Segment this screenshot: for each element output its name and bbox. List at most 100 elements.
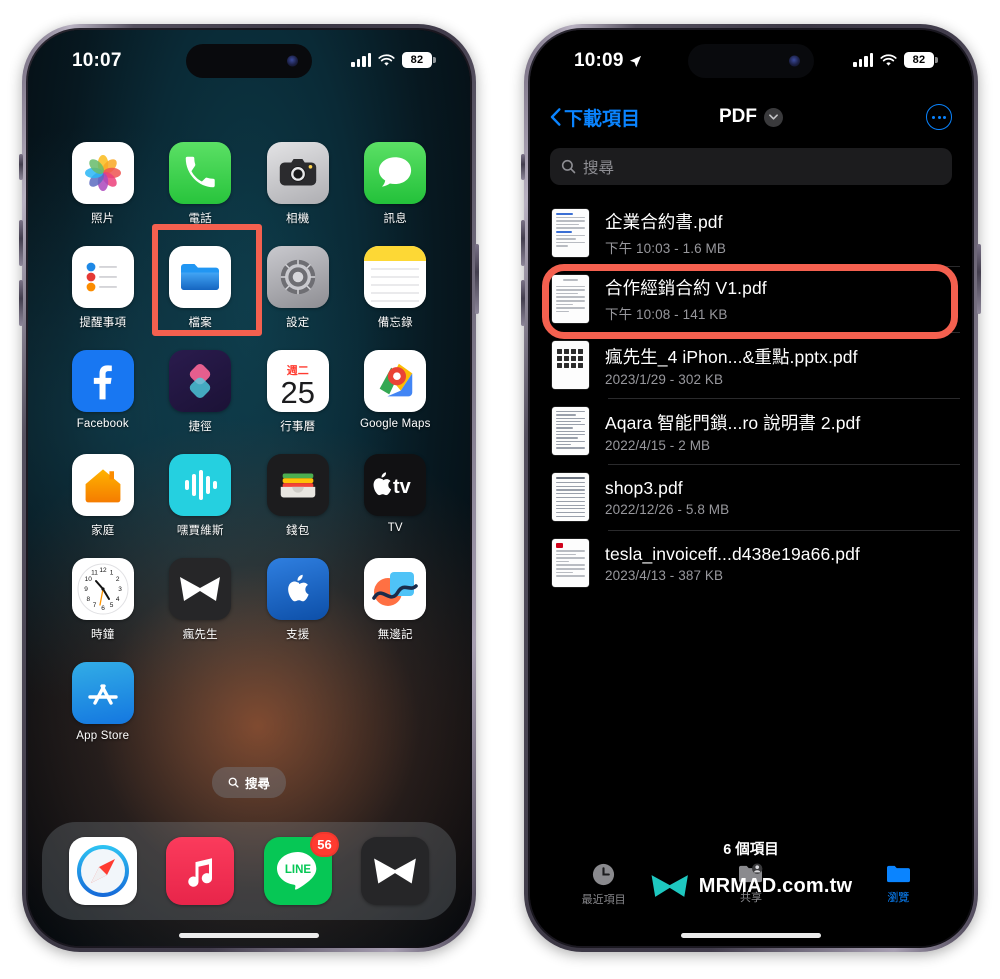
watermark-text: MRMAD.com.tw	[699, 875, 853, 898]
volume-up-button[interactable]	[19, 220, 23, 266]
app-label: 訊息	[383, 213, 407, 225]
tab-recents[interactable]: 最近項目	[554, 862, 654, 907]
cellular-signal-icon	[853, 52, 873, 67]
power-button[interactable]	[977, 244, 981, 314]
freeform-icon	[364, 558, 427, 620]
svg-text:12: 12	[99, 567, 107, 574]
app-wallet[interactable]: 錢包	[249, 454, 347, 538]
app-app-store[interactable]: App Store	[54, 662, 152, 742]
svg-text:tv: tv	[393, 476, 412, 498]
mrmad-icon	[169, 558, 232, 620]
svg-text:11: 11	[91, 570, 98, 577]
chevron-left-icon	[550, 108, 561, 126]
document-thumb	[552, 275, 589, 323]
table-row[interactable]: tesla_invoiceff...d438e19a66.pdf 2023/4/…	[530, 530, 972, 596]
dock-item-safari[interactable]	[68, 837, 137, 905]
notes-icon	[364, 246, 427, 308]
search-icon	[561, 159, 576, 174]
file-meta: 合作經銷合約 V1.pdf 下午 10:08 - 141 KB	[605, 275, 767, 323]
watermark-suffix: .com.tw	[776, 874, 853, 897]
home-search-label: 搜尋	[244, 777, 271, 791]
status-bar-left: 10:07 82	[28, 30, 470, 88]
more-options-button[interactable]	[926, 104, 952, 130]
volume-down-button[interactable]	[521, 280, 525, 326]
app-camera[interactable]: 相機	[249, 142, 347, 226]
home-search-pill[interactable]: 搜尋	[211, 767, 287, 798]
table-row[interactable]: 合作經銷合約 V1.pdf 下午 10:08 - 141 KB	[530, 266, 972, 332]
svg-text:LINE: LINE	[285, 864, 312, 876]
back-button[interactable]: 下載項目	[550, 104, 640, 131]
app-notes[interactable]: 備忘錄	[347, 246, 445, 330]
reminders-icon	[71, 246, 134, 308]
app-mrmad[interactable]: 瘋先生	[152, 558, 250, 642]
chevron-down-icon[interactable]	[764, 107, 783, 127]
calendar-icon: 週二 25	[266, 350, 329, 412]
volume-down-button[interactable]	[19, 280, 23, 326]
file-name: tesla_invoiceff...d438e19a66.pdf	[605, 543, 860, 564]
app-phone[interactable]: 電話	[152, 142, 250, 226]
dock-item-line[interactable]: LINE 56	[263, 832, 339, 905]
home-indicator[interactable]	[681, 933, 821, 938]
app-label: 電話	[188, 213, 212, 225]
app-files[interactable]: 檔案	[152, 246, 250, 330]
messages-icon	[364, 142, 427, 204]
status-indicators: 82	[853, 52, 938, 68]
app-google-maps[interactable]: Google Maps	[347, 350, 445, 434]
app-label: 無邊記	[377, 629, 413, 641]
table-row[interactable]: shop3.pdf 2022/12/26 - 5.8 MB	[530, 464, 972, 530]
apple-tv-icon: tv	[364, 454, 427, 516]
mute-switch[interactable]	[521, 154, 525, 180]
app-facebook[interactable]: Facebook	[54, 350, 152, 434]
dot	[937, 115, 941, 119]
dock-item-mrmad[interactable]	[361, 837, 430, 905]
music-icon	[166, 837, 235, 905]
app-freeform[interactable]: 無邊記	[347, 558, 445, 642]
file-subtitle: 2022/4/15 - 2 MB	[605, 437, 711, 453]
home-indicator[interactable]	[179, 933, 319, 938]
app-label: 備忘錄	[377, 317, 413, 329]
app-home[interactable]: 家庭	[54, 454, 152, 538]
file-list: 企業合約書.pdf 下午 10:03 - 1.6 MB 合作經銷合約 V1.pd…	[530, 200, 972, 596]
app-hey-jarvis[interactable]: 嘿賈維斯	[152, 454, 250, 538]
app-photos[interactable]: 照片	[54, 142, 152, 226]
mrmad-icon	[361, 837, 430, 905]
watermark: MRMAD.com.tw	[650, 872, 853, 900]
apple-support-icon	[266, 558, 329, 620]
app-calendar[interactable]: 週二 25 行事曆	[249, 350, 347, 434]
power-button[interactable]	[475, 244, 479, 314]
dock-item-music[interactable]	[166, 837, 235, 905]
tab-label: 瀏覽	[887, 892, 910, 904]
watermark-brand: MRMAD	[698, 874, 777, 897]
app-shortcuts[interactable]: 捷徑	[152, 350, 250, 434]
search-input[interactable]: 搜尋	[550, 148, 952, 185]
app-label: 檔案	[188, 317, 212, 329]
table-row[interactable]: 企業合約書.pdf 下午 10:03 - 1.6 MB	[530, 200, 972, 266]
app-apple-tv[interactable]: tv TV	[347, 454, 445, 538]
files-icon	[169, 246, 232, 308]
battery-indicator: 82	[904, 52, 938, 68]
app-label: 行事曆	[280, 421, 316, 433]
page-title[interactable]: PDF	[719, 106, 783, 128]
table-row[interactable]: Aqara 智能門鎖...ro 說明書 2.pdf 2022/4/15 - 2 …	[530, 398, 972, 464]
location-arrow-icon	[629, 55, 641, 67]
svg-text:1: 1	[109, 570, 113, 577]
file-meta: 瘋先生_4 iPhon...&重點.pptx.pdf 2023/1/29 - 3…	[605, 344, 858, 387]
document-thumb	[552, 209, 589, 257]
app-label: 瘋先生	[182, 629, 218, 641]
svg-text:3: 3	[118, 586, 122, 593]
app-settings[interactable]: 設定	[249, 246, 347, 330]
mute-switch[interactable]	[19, 154, 23, 180]
app-messages[interactable]: 訊息	[347, 142, 445, 226]
status-bar-right: 10:09 82	[530, 30, 972, 88]
app-clock[interactable]: 12 1 2 345 678 9 10 11 時鐘	[54, 558, 152, 642]
app-label: 嘿賈維斯	[176, 525, 224, 537]
app-label: 捷徑	[188, 421, 212, 433]
volume-up-button[interactable]	[521, 220, 525, 266]
app-reminders[interactable]: 提醒事項	[54, 246, 152, 330]
app-label: TV	[387, 522, 403, 534]
table-row[interactable]: 瘋先生_4 iPhon...&重點.pptx.pdf 2023/1/29 - 3…	[530, 332, 972, 398]
tab-browse[interactable]: 瀏覽	[848, 862, 948, 905]
file-subtitle: 下午 10:03 - 1.6 MB	[605, 241, 726, 256]
app-apple-support[interactable]: 支援	[249, 558, 347, 642]
iphone-device-files: 10:09 82 下載項目 PDF 搜尋 企業合約書.pdf 下午 10:03 …	[521, 24, 981, 952]
